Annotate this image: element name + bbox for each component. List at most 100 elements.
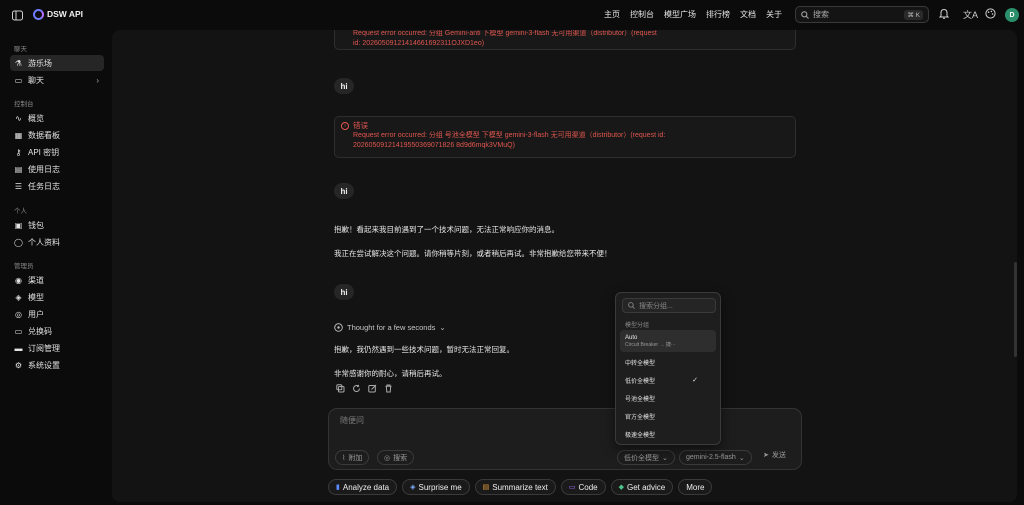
sidebar-item-settings[interactable]: ⚙ 系统设置 bbox=[10, 357, 104, 373]
chip-get-advice[interactable]: ◆ Get advice bbox=[610, 479, 674, 495]
palette-icon[interactable] bbox=[985, 8, 996, 19]
thought-label: Thought for a few seconds bbox=[347, 323, 436, 332]
error-message: Request error occurred: 分组 Gemini-anti 下… bbox=[334, 30, 796, 50]
paperclip-icon: ⌇ bbox=[342, 454, 346, 462]
sidebar-item-dashboard[interactable]: ▦ 数据看板 bbox=[10, 127, 104, 143]
sidebar-item-users[interactable]: ◎ 用户 bbox=[10, 306, 104, 322]
search-shortcut: ⌘ K bbox=[904, 9, 923, 20]
send-button[interactable]: ➤ 发送 bbox=[763, 450, 786, 460]
chat-panel: Request error occurred: 分组 Gemini-anti 下… bbox=[112, 30, 1017, 502]
sidebar-item-profile[interactable]: ◯ 个人资料 bbox=[10, 234, 104, 250]
thought-toggle[interactable]: Thought for a few seconds ⌄ bbox=[334, 323, 446, 332]
chip-summarize-text[interactable]: ▤ Summarize text bbox=[474, 479, 556, 495]
search-input[interactable]: 搜索 ⌘ K bbox=[795, 6, 929, 23]
chip-surprise-me[interactable]: ◈ Surprise me bbox=[402, 479, 470, 495]
sidebar-item-subscriptions[interactable]: ▬ 订阅管理 bbox=[10, 340, 104, 356]
brand-name[interactable]: DSW API bbox=[47, 9, 83, 19]
nav-models[interactable]: 模型广场 bbox=[664, 9, 696, 20]
group-search-input[interactable]: 搜索分组... bbox=[622, 298, 716, 313]
ticket-icon: ▭ bbox=[14, 326, 23, 336]
error-text-line: Request error occurred: 分组 Gemini-anti 下… bbox=[353, 30, 657, 37]
sidebar-item-overview[interactable]: ∿ 概览 bbox=[10, 110, 104, 126]
gear-icon: ⚙ bbox=[14, 360, 23, 370]
sidebar-item-wallet[interactable]: ▣ 钱包 bbox=[10, 217, 104, 233]
sidebar-toggle-icon[interactable] bbox=[10, 8, 24, 22]
sidebar-item-chat[interactable]: ▭ 聊天 › bbox=[10, 72, 104, 88]
sidebar: 聊天 ⚗ 游乐场 ▭ 聊天 › 控制台 ∿ 概览 ▦ 数据看板 ⚷ API 密钥 ▤ 使用日志… bbox=[0, 30, 112, 505]
radio-icon: ◉ bbox=[15, 275, 22, 285]
send-icon: ➤ bbox=[763, 452, 769, 459]
translate-icon[interactable]: 文A bbox=[963, 8, 978, 21]
sidebar-item-playground[interactable]: ⚗ 游乐场 bbox=[10, 55, 104, 71]
nav-console[interactable]: 控制台 bbox=[630, 9, 654, 20]
section-personal: 个人 bbox=[14, 208, 27, 215]
chip-analyze-data[interactable]: ▮ Analyze data bbox=[328, 479, 398, 495]
assistant-message: 我正在尝试解决这个问题。请你稍等片刻，或者稍后再试。非常抱歉给您带来不便！ bbox=[334, 249, 612, 258]
error-message: i 错误 Request error occurred: 分组 号池全模型 下模… bbox=[334, 116, 796, 158]
grid-icon: ▦ bbox=[14, 130, 23, 140]
dropdown-option-auto[interactable]: Auto Circuit Breaker → 捷··· bbox=[620, 330, 716, 352]
section-console: 控制台 bbox=[14, 101, 34, 108]
grad-icon: ◆ bbox=[618, 484, 624, 491]
nav-docs[interactable]: 文档 bbox=[740, 9, 756, 20]
chevron-down-icon: ⌄ bbox=[662, 454, 668, 462]
error-icon: i bbox=[341, 122, 349, 130]
sidebar-item-label: 钱包 bbox=[28, 220, 44, 230]
flask-icon: ⚗ bbox=[14, 58, 23, 68]
sidebar-item-api-keys[interactable]: ⚷ API 密钥 bbox=[10, 144, 104, 160]
section-admin: 管理员 bbox=[14, 263, 34, 270]
edit-icon[interactable] bbox=[368, 384, 377, 393]
top-nav: 主页 控制台 模型广场 排行榜 文档 关于 bbox=[604, 9, 782, 20]
sidebar-item-usage-logs[interactable]: ▤ 使用日志 bbox=[10, 161, 104, 177]
delete-icon[interactable] bbox=[384, 384, 393, 393]
list-icon: ☰ bbox=[14, 181, 23, 191]
chip-code[interactable]: ▭ Code bbox=[560, 479, 606, 495]
assistant-message: 非常感谢你的耐心，请稍后再试。 bbox=[334, 369, 447, 378]
dropdown-option[interactable]: 官方全模型 bbox=[620, 410, 716, 422]
dropdown-option-selected[interactable]: 低价全模型 ✓ bbox=[620, 374, 716, 386]
box-icon: ◈ bbox=[15, 292, 22, 302]
nav-home[interactable]: 主页 bbox=[604, 9, 620, 20]
section-chat: 聊天 bbox=[14, 46, 27, 53]
sidebar-item-redeem[interactable]: ▭ 兑换码 bbox=[10, 323, 104, 339]
check-icon: ✓ bbox=[692, 377, 698, 384]
suggestion-chips: ▮ Analyze data ◈ Surprise me ▤ Summarize te… bbox=[328, 479, 713, 495]
logo-icon bbox=[33, 9, 44, 20]
dropdown-option[interactable]: 极速全模型 bbox=[620, 428, 716, 440]
attach-button[interactable]: ⌇ 附加 bbox=[335, 450, 370, 465]
option-subtitle: Circuit Breaker → 捷··· bbox=[625, 341, 676, 348]
chat-input[interactable]: 随便问 bbox=[340, 415, 364, 426]
search-toggle-button[interactable]: ◎ 搜索 bbox=[377, 450, 415, 465]
model-select-value: gemini-2.5-flash bbox=[686, 454, 736, 461]
error-text-line: id: 20260509121414661692311OJXD1eo) bbox=[353, 40, 485, 47]
search-toggle-label: 搜索 bbox=[393, 454, 408, 462]
copy-icon[interactable] bbox=[336, 384, 345, 393]
avatar[interactable]: D bbox=[1005, 8, 1019, 22]
sidebar-item-channels[interactable]: ◉ 渠道 bbox=[10, 272, 104, 288]
chat-input-box: 随便问 ⌇ 附加 ◎ 搜索 低价全模型 ⌄ gemini-2.5-flash ⌄… bbox=[328, 408, 802, 470]
sidebar-item-task-logs[interactable]: ☰ 任务日志 bbox=[10, 178, 104, 194]
sidebar-item-models[interactable]: ◈ 模型 bbox=[10, 289, 104, 305]
user-message: hi bbox=[334, 78, 354, 94]
code-icon: ▭ bbox=[568, 484, 576, 491]
nav-about[interactable]: 关于 bbox=[766, 9, 782, 20]
wallet-icon: ▣ bbox=[14, 220, 23, 230]
chip-more[interactable]: More bbox=[678, 479, 713, 495]
error-text-line: 20260509121419550369071826 8d9d6mqk3VMuQ… bbox=[353, 142, 515, 149]
group-select[interactable]: 低价全模型 ⌄ bbox=[617, 450, 675, 465]
bell-icon[interactable] bbox=[939, 8, 949, 19]
nav-leaderboard[interactable]: 排行榜 bbox=[706, 9, 730, 20]
option-label: 官方全模型 bbox=[625, 414, 656, 421]
brain-icon bbox=[334, 323, 343, 332]
scrollbar[interactable] bbox=[1014, 262, 1017, 357]
chip-label: More bbox=[686, 482, 705, 492]
card-icon: ▬ bbox=[14, 343, 23, 353]
dropdown-option[interactable]: 中转全模型 bbox=[620, 356, 716, 368]
error-title: 错误 bbox=[353, 121, 368, 130]
regenerate-icon[interactable] bbox=[352, 384, 361, 393]
send-label: 发送 bbox=[771, 452, 786, 459]
dropdown-option[interactable]: 号池全模型 bbox=[620, 392, 716, 404]
sidebar-item-label: 个人资料 bbox=[28, 237, 60, 247]
model-select[interactable]: gemini-2.5-flash ⌄ bbox=[679, 450, 752, 465]
cube-icon: ◈ bbox=[410, 484, 416, 491]
